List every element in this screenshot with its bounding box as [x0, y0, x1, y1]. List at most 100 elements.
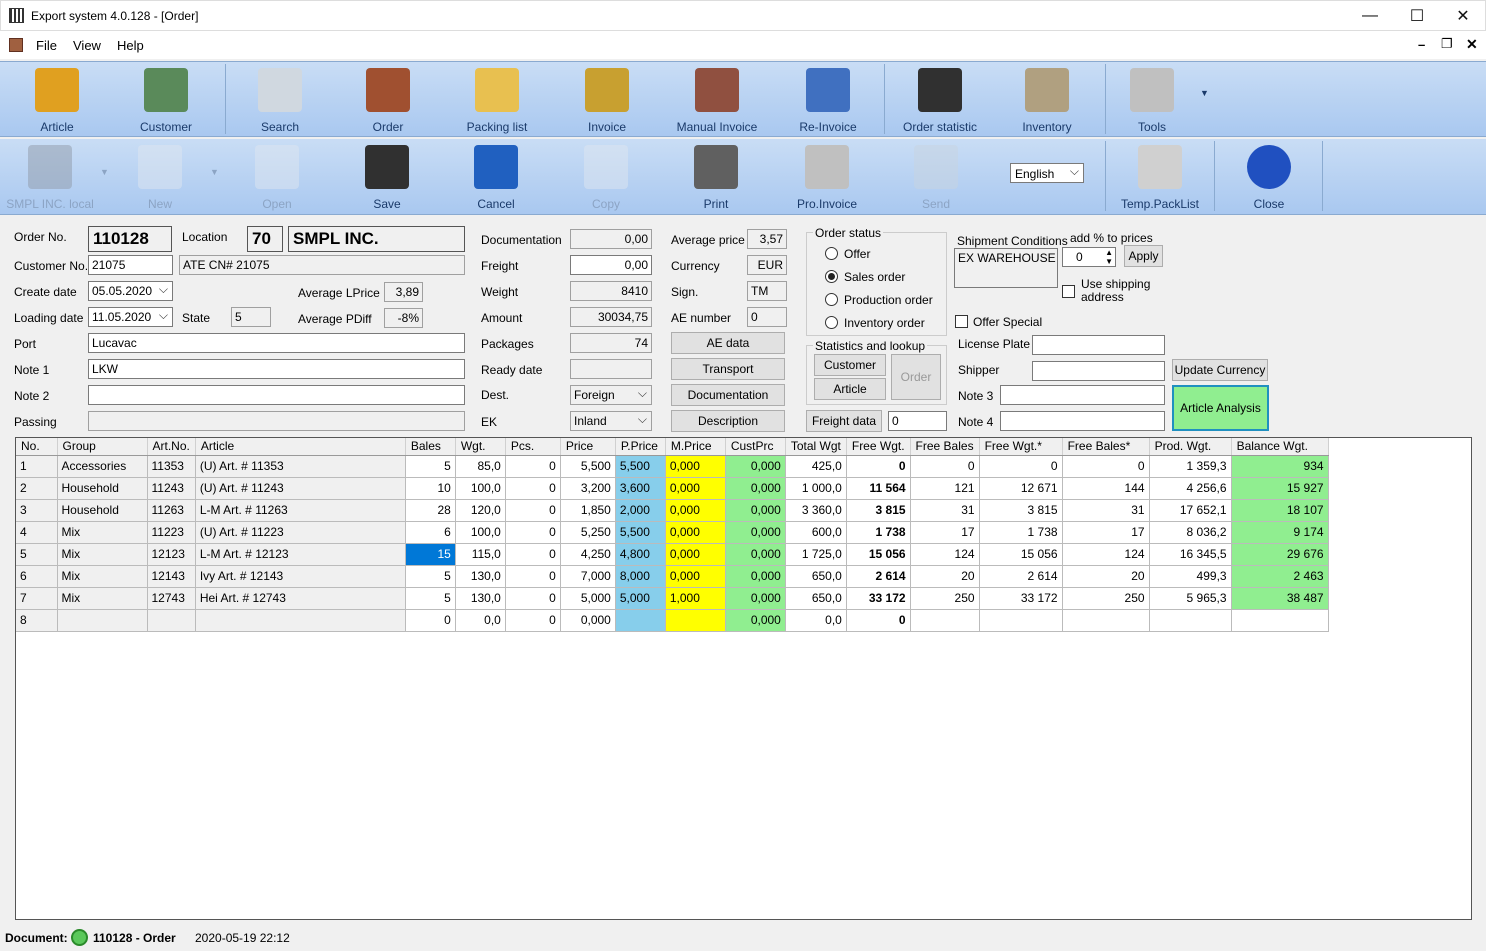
- table-cell[interactable]: Mix: [57, 587, 148, 610]
- table-cell[interactable]: 11263: [147, 499, 196, 522]
- order-status-radio[interactable]: [825, 270, 838, 283]
- table-cell[interactable]: 0,000: [725, 521, 786, 544]
- table-cell[interactable]: 8,000: [615, 565, 666, 588]
- tools-dropdown-arrow-icon[interactable]: ▼: [1200, 88, 1209, 98]
- table-cell[interactable]: (U) Art. # 11223: [195, 521, 406, 544]
- table-cell[interactable]: 100,0: [455, 477, 506, 500]
- table-cell[interactable]: 17: [1062, 521, 1150, 544]
- toolbar-temp-packlist-button[interactable]: Temp.PackList: [1110, 139, 1210, 213]
- freight-data-field[interactable]: 0: [888, 411, 947, 431]
- table-row[interactable]: 8 0 0,0 0 0,000 0,000 0,0 0: [16, 609, 1329, 632]
- note3-field[interactable]: [1000, 385, 1165, 405]
- table-cell[interactable]: 0: [910, 455, 980, 478]
- table-cell[interactable]: 7,000: [560, 565, 616, 588]
- table-cell[interactable]: [1149, 609, 1232, 632]
- toolbar-send-button[interactable]: Send: [896, 139, 976, 213]
- table-cell[interactable]: [147, 609, 196, 632]
- table-cell[interactable]: 85,0: [455, 455, 506, 478]
- table-cell[interactable]: 12743: [147, 587, 196, 610]
- description-button[interactable]: Description: [671, 410, 785, 432]
- table-cell[interactable]: 1 725,0: [785, 543, 847, 566]
- dest-select[interactable]: Foreign: [570, 385, 652, 405]
- table-cell[interactable]: 0: [505, 521, 561, 544]
- table-cell[interactable]: 0: [846, 455, 911, 478]
- language-select[interactable]: English: [1010, 163, 1084, 183]
- table-cell[interactable]: 121: [910, 477, 980, 500]
- table-cell[interactable]: 124: [910, 543, 980, 566]
- table-cell[interactable]: 0: [505, 499, 561, 522]
- table-cell[interactable]: 20: [1062, 565, 1150, 588]
- toolbar-article-button[interactable]: Article: [12, 62, 102, 136]
- toolbar-customer-button[interactable]: Customer: [122, 62, 210, 136]
- table-cell[interactable]: 0,000: [725, 587, 786, 610]
- toolbar-tools-button[interactable]: Tools: [1110, 62, 1194, 136]
- table-cell[interactable]: 5,500: [560, 455, 616, 478]
- table-cell[interactable]: 3,200: [560, 477, 616, 500]
- column-header[interactable]: M.Price: [665, 438, 726, 456]
- table-cell[interactable]: 250: [910, 587, 980, 610]
- ek-select[interactable]: Inland: [570, 411, 652, 431]
- table-cell[interactable]: 0,000: [665, 543, 726, 566]
- port-field[interactable]: Lucavac: [88, 333, 465, 353]
- table-cell[interactable]: 17 652,1: [1149, 499, 1232, 522]
- table-cell[interactable]: 0: [505, 477, 561, 500]
- add-percent-spinner[interactable]: 0 ▲ ▼: [1062, 247, 1116, 267]
- stats-customer-button[interactable]: Customer: [814, 354, 886, 376]
- table-cell[interactable]: 6: [16, 565, 58, 588]
- toolbar-save-button[interactable]: Save: [347, 139, 427, 213]
- table-cell[interactable]: [195, 609, 406, 632]
- table-cell[interactable]: 144: [1062, 477, 1150, 500]
- table-cell[interactable]: Hei Art. # 12743: [195, 587, 406, 610]
- table-cell[interactable]: 1 738: [846, 521, 911, 544]
- table-cell[interactable]: 15 056: [846, 543, 911, 566]
- table-cell[interactable]: 0: [505, 587, 561, 610]
- table-cell[interactable]: 499,3: [1149, 565, 1232, 588]
- table-cell[interactable]: 6: [405, 521, 456, 544]
- toolbar-pro-invoice-button[interactable]: Pro.Invoice: [786, 139, 868, 213]
- table-cell[interactable]: 650,0: [785, 587, 847, 610]
- table-cell[interactable]: 5,250: [560, 521, 616, 544]
- table-cell[interactable]: 10: [405, 477, 456, 500]
- table-cell[interactable]: 11243: [147, 477, 196, 500]
- table-cell[interactable]: Ivy Art. # 12143: [195, 565, 406, 588]
- table-cell[interactable]: Household: [57, 477, 148, 500]
- minimize-button[interactable]: —: [1347, 1, 1393, 31]
- table-row[interactable]: 3 Household 11263 L-M Art. # 11263 28 120,0 0 1…: [16, 499, 1329, 522]
- toolbar-order-statistic-button[interactable]: Order statistic: [896, 62, 984, 136]
- column-header[interactable]: Free Wgt.: [846, 438, 911, 456]
- documentation-button[interactable]: Documentation: [671, 384, 785, 406]
- toolbar-smpl-inc-local-button[interactable]: SMPL INC. local: [4, 139, 96, 213]
- table-cell[interactable]: 18 107: [1231, 499, 1329, 522]
- table-cell[interactable]: 5: [16, 543, 58, 566]
- table-cell[interactable]: 115,0: [455, 543, 506, 566]
- table-cell[interactable]: 2 614: [979, 565, 1063, 588]
- table-cell[interactable]: 1: [16, 455, 58, 478]
- table-cell[interactable]: 0: [1062, 455, 1150, 478]
- table-cell[interactable]: 4,250: [560, 543, 616, 566]
- table-cell[interactable]: 0,000: [665, 521, 726, 544]
- toolbar-invoice-button[interactable]: Invoice: [566, 62, 648, 136]
- table-cell[interactable]: [1231, 609, 1329, 632]
- table-cell[interactable]: 0,0: [455, 609, 506, 632]
- table-cell[interactable]: 11353: [147, 455, 196, 478]
- menu-file[interactable]: File: [36, 38, 57, 53]
- table-cell[interactable]: 0,000: [665, 565, 726, 588]
- toolbar-print-button[interactable]: Print: [676, 139, 756, 213]
- table-row[interactable]: 6 Mix 12143 Ivy Art. # 12143 5 130,0 0 7,000 8,0…: [16, 565, 1329, 588]
- order-no-field[interactable]: 110128: [88, 226, 172, 252]
- column-header[interactable]: Free Bales*: [1062, 438, 1150, 456]
- create-date-picker[interactable]: 05.05.2020: [88, 281, 173, 301]
- table-cell[interactable]: 0,000: [665, 499, 726, 522]
- apply-button[interactable]: Apply: [1124, 245, 1163, 267]
- freight-data-button[interactable]: Freight data: [806, 410, 882, 432]
- column-header[interactable]: P.Price: [615, 438, 666, 456]
- table-cell[interactable]: (U) Art. # 11353: [195, 455, 406, 478]
- table-cell[interactable]: Accessories: [57, 455, 148, 478]
- note1-field[interactable]: LKW: [88, 359, 465, 379]
- mdi-close-button[interactable]: ✕: [1466, 36, 1478, 53]
- column-header[interactable]: Free Wgt.*: [979, 438, 1063, 456]
- toolbar-manual-invoice-button[interactable]: Manual Invoice: [672, 62, 762, 136]
- note2-field[interactable]: [88, 385, 465, 405]
- toolbar-new-button[interactable]: New: [120, 139, 200, 213]
- table-cell[interactable]: 12 671: [979, 477, 1063, 500]
